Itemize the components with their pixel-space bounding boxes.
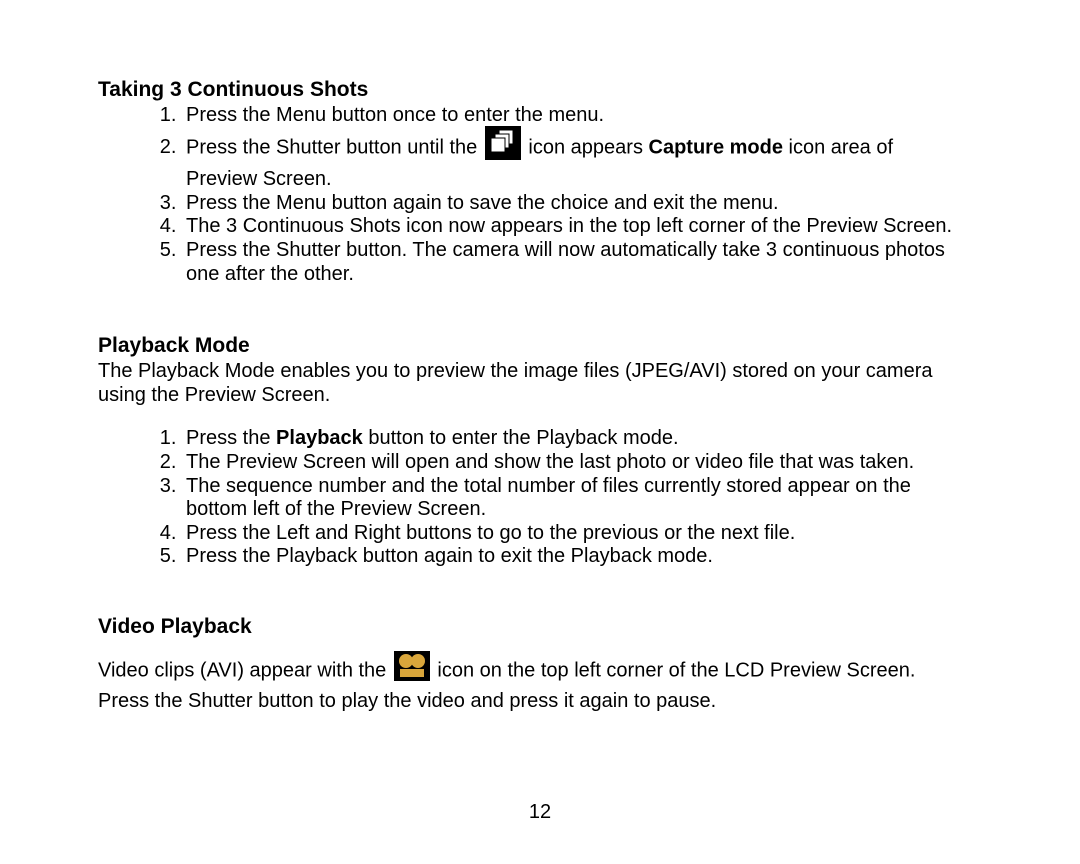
list-item: Press the Shutter button. The camera wil… [182, 239, 982, 286]
playback-list: Press the Playback button to enter the P… [98, 427, 982, 569]
video-playback-text-2: Press the Shutter button to play the vid… [98, 690, 982, 714]
video-playback-text: Video clips (AVI) appear with the icon o… [98, 653, 982, 690]
list-item: Press the Playback button to enter the P… [182, 427, 982, 451]
text-fragment: Press the [186, 427, 276, 449]
list-item: Press the Left and Right buttons to go t… [182, 522, 982, 546]
page-number: 12 [0, 801, 1080, 824]
continuous-shots-list: Press the Menu button once to enter the … [98, 104, 982, 286]
text-bold: Playback [276, 427, 363, 449]
heading-video-playback: Video Playback [98, 615, 982, 639]
continuous-shots-icon [485, 126, 521, 167]
video-clip-icon [394, 651, 430, 688]
list-item: The Preview Screen will open and show th… [182, 451, 982, 475]
text-fragment: button to enter the Playback mode. [363, 427, 679, 449]
text-bold: Capture mode [649, 136, 783, 158]
list-item: Press the Shutter button until the icon … [182, 128, 982, 192]
heading-playback-mode: Playback Mode [98, 334, 982, 358]
text-fragment: icon on the top left corner of the LCD P… [437, 659, 915, 681]
heading-continuous-shots: Taking 3 Continuous Shots [98, 78, 982, 102]
text-fragment: icon appears [528, 136, 648, 158]
playback-intro: The Playback Mode enables you to preview… [98, 360, 982, 407]
list-item: Press the Playback button again to exit … [182, 545, 982, 569]
manual-page: Taking 3 Continuous Shots Press the Menu… [0, 0, 1080, 864]
list-item: Press the Menu button again to save the … [182, 192, 982, 216]
list-item: The sequence number and the total number… [182, 475, 982, 522]
list-item: Press the Menu button once to enter the … [182, 104, 982, 128]
text-fragment: Video clips (AVI) appear with the [98, 659, 392, 681]
text-fragment: Press the Shutter button until the [186, 136, 483, 158]
list-item: The 3 Continuous Shots icon now appears … [182, 215, 982, 239]
